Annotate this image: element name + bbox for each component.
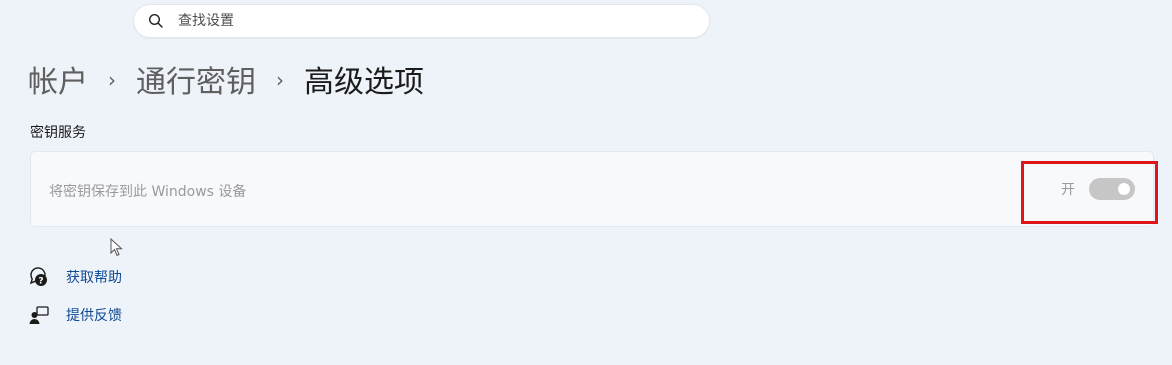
breadcrumb-item-accounts[interactable]: 帐户: [28, 57, 88, 101]
feedback-link[interactable]: 提供反馈: [66, 305, 122, 325]
breadcrumb: 帐户 › 通行密钥 › 高级选项: [28, 56, 424, 102]
page-title: 高级选项: [304, 65, 424, 100]
search-icon: [148, 13, 164, 29]
search-box[interactable]: [133, 4, 710, 38]
chevron-right-icon: ›: [108, 68, 116, 92]
search-input[interactable]: [178, 13, 698, 29]
chevron-right-icon: ›: [276, 68, 284, 92]
feedback-row[interactable]: 提供反馈: [28, 304, 122, 326]
help-chat-icon: ?: [28, 266, 50, 288]
get-help-link[interactable]: 获取帮助: [66, 267, 122, 287]
mouse-pointer-icon: [110, 237, 124, 262]
annotation-highlight-box: [1021, 161, 1158, 224]
svg-text:?: ?: [38, 277, 43, 287]
setting-label: 将密钥保存到此 Windows 设备: [49, 184, 247, 200]
feedback-icon: [28, 304, 50, 326]
breadcrumb-item-passkeys[interactable]: 通行密钥: [136, 57, 256, 101]
section-title: 密钥服务: [30, 125, 86, 141]
get-help-row[interactable]: ? 获取帮助: [28, 266, 122, 288]
settings-page: 帐户 › 通行密钥 › 高级选项 密钥服务 将密钥保存到此 Windows 设备…: [0, 0, 1172, 365]
setting-card: 将密钥保存到此 Windows 设备 开: [30, 151, 1154, 227]
